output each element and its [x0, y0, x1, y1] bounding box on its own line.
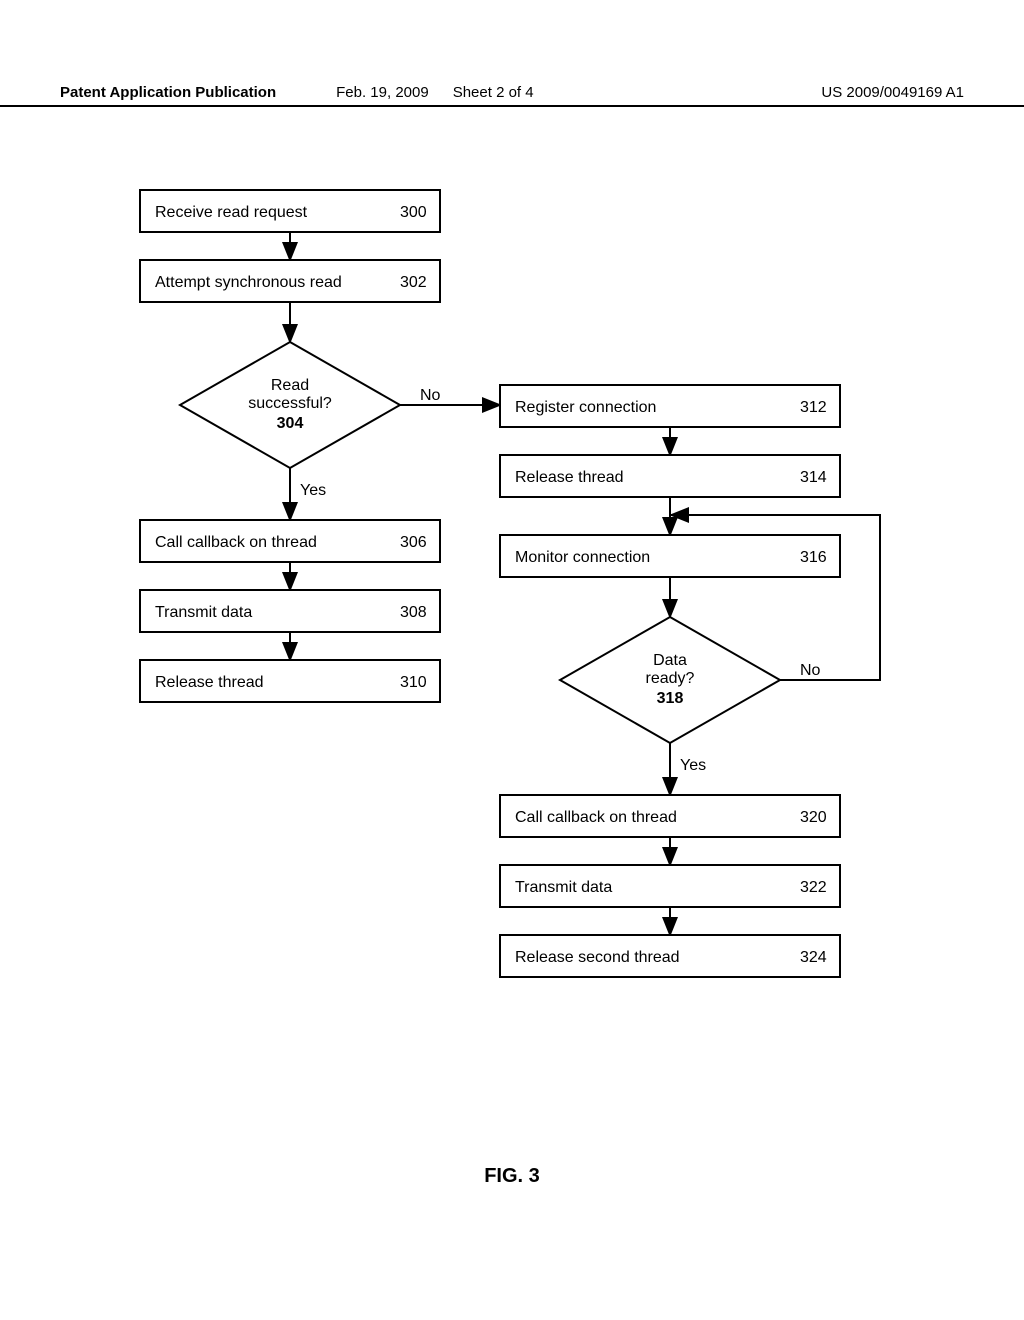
edge-304-no: No [420, 387, 441, 404]
node-308-num: 308 [400, 604, 427, 621]
node-310-text: Release thread [155, 674, 264, 691]
node-304-num: 304 [277, 415, 304, 432]
figure-label: FIG. 3 [0, 1165, 1024, 1188]
header-date: Feb. 19, 2009 [336, 84, 429, 101]
node-316-num: 316 [800, 549, 827, 566]
node-322-num: 322 [800, 879, 827, 896]
node-308-text: Transmit data [155, 604, 252, 621]
node-300-text: Receive read request [155, 204, 308, 221]
node-324-text: Release second thread [515, 949, 680, 966]
node-322-text: Transmit data [515, 879, 612, 896]
header-publication: Patent Application Publication [60, 84, 276, 101]
node-306-text: Call callback on thread [155, 534, 317, 551]
page-header: Patent Application Publication Feb. 19, … [0, 84, 1024, 107]
node-312-num: 312 [800, 399, 827, 416]
node-316-text: Monitor connection [515, 549, 650, 566]
node-312-text: Register connection [515, 399, 656, 416]
node-300-num: 300 [400, 204, 427, 221]
node-320-num: 320 [800, 809, 827, 826]
node-320-text: Call callback on thread [515, 809, 677, 826]
node-324-num: 324 [800, 949, 827, 966]
node-318-line1: Data [653, 652, 687, 669]
node-302-num: 302 [400, 274, 427, 291]
node-304-line2: successful? [248, 395, 332, 412]
edge-318-yes: Yes [680, 757, 706, 774]
node-314-num: 314 [800, 469, 827, 486]
node-318-num: 318 [657, 690, 684, 707]
node-318-line2: ready? [646, 670, 695, 687]
edge-304-yes: Yes [300, 482, 326, 499]
node-314-text: Release thread [515, 469, 624, 486]
flowchart: Receive read request 300 Attempt synchro… [100, 180, 920, 1160]
node-310-num: 310 [400, 674, 427, 691]
edge-318-no: No [800, 662, 821, 679]
node-302-text: Attempt synchronous read [155, 274, 342, 291]
node-306-num: 306 [400, 534, 427, 551]
header-pubno: US 2009/0049169 A1 [821, 84, 964, 101]
header-sheet: Sheet 2 of 4 [453, 84, 534, 101]
node-304-line1: Read [271, 377, 309, 394]
